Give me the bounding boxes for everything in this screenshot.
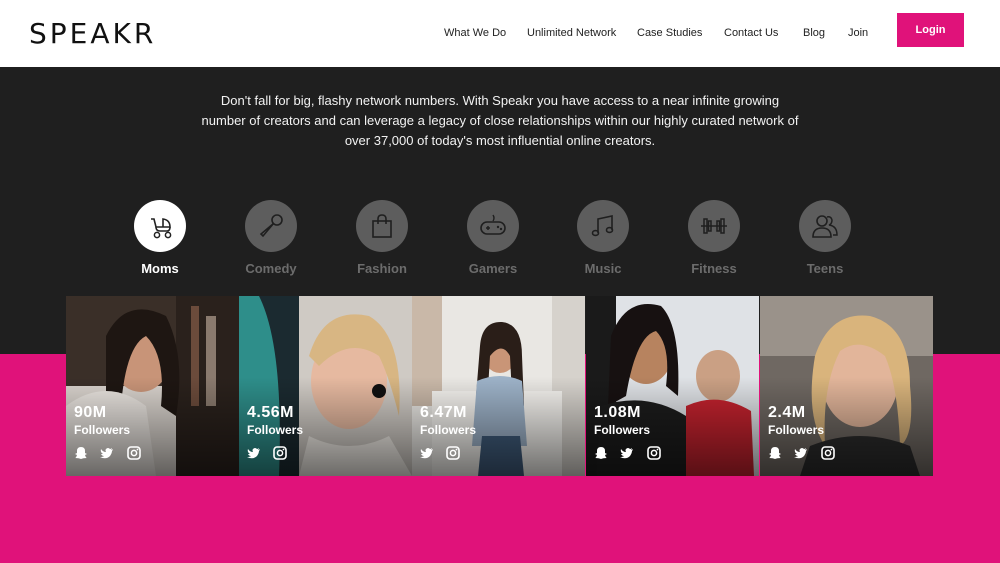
speakr-logo[interactable]: SPEAKR — [29, 17, 156, 50]
category-fashion[interactable]: Fashion — [327, 200, 437, 280]
followers-label: Followers — [768, 423, 825, 437]
nav-join[interactable]: Join — [848, 27, 868, 39]
gamepad-icon — [480, 214, 506, 235]
category-gamers[interactable]: Gamers — [438, 200, 548, 280]
nav-blog[interactable]: Blog — [803, 27, 825, 39]
stroller-icon — [151, 218, 172, 239]
category-comedy-circle — [245, 200, 297, 252]
nav-unlimited-network[interactable]: Unlimited Network — [527, 27, 616, 39]
follower-count: 6.47M — [420, 404, 467, 421]
category-label: Comedy — [245, 261, 297, 276]
twitter-icon[interactable] — [794, 446, 808, 460]
category-moms-circle — [134, 200, 186, 252]
category-moms[interactable]: Moms — [105, 200, 215, 280]
instagram-icon[interactable] — [647, 446, 661, 460]
creator-card-3[interactable]: 6.47M Followers — [412, 296, 585, 476]
followers-label: Followers — [74, 423, 131, 437]
snapchat-icon[interactable] — [594, 446, 608, 460]
creator-card-5[interactable]: 2.4M Followers — [760, 296, 933, 476]
category-teens[interactable]: Teens — [770, 200, 880, 280]
category-music-circle — [577, 200, 629, 252]
category-music[interactable]: Music — [548, 200, 658, 280]
intro-text: Don't fall for big, flashy network numbe… — [201, 93, 799, 148]
snapchat-icon[interactable] — [74, 446, 88, 460]
creator-card-4[interactable]: 1.08M Followers — [586, 296, 759, 476]
follower-count: 2.4M — [768, 404, 806, 421]
social-icons — [74, 446, 149, 460]
site-header: SPEAKR What We Do Unlimited Network Case… — [0, 0, 1000, 67]
category-label: Gamers — [468, 261, 518, 276]
category-gamers-circle — [467, 200, 519, 252]
social-icons — [420, 446, 468, 460]
category-label: Fashion — [357, 261, 407, 276]
shopping-bag-icon — [372, 214, 392, 238]
twitter-icon[interactable] — [100, 446, 114, 460]
category-label: Teens — [806, 261, 844, 276]
creator-card-2[interactable]: 4.56M Followers — [239, 296, 412, 476]
category-label: Moms — [141, 261, 179, 276]
instagram-icon[interactable] — [446, 446, 461, 460]
category-label: Music — [584, 261, 622, 276]
category-label: Fitness — [691, 261, 737, 276]
login-button[interactable]: Login — [897, 13, 964, 47]
category-fitness-circle — [688, 200, 740, 252]
snapchat-icon[interactable] — [768, 446, 782, 460]
creator-card-1[interactable]: 90M Followers — [66, 296, 239, 476]
microphone-icon — [259, 214, 283, 238]
dumbbell-icon — [701, 218, 727, 234]
category-comedy[interactable]: Comedy — [216, 200, 326, 280]
followers-label: Followers — [247, 423, 304, 437]
category-fitness[interactable]: Fitness — [659, 200, 769, 280]
instagram-icon[interactable] — [127, 446, 141, 460]
category-fashion-circle — [356, 200, 408, 252]
music-note-icon — [591, 215, 614, 237]
people-icon — [812, 215, 838, 238]
follower-count: 4.56M — [247, 404, 294, 421]
social-icons — [768, 446, 843, 460]
followers-label: Followers — [594, 423, 651, 437]
social-icons — [247, 446, 295, 460]
follower-count: 90M — [74, 404, 107, 421]
category-teens-circle — [799, 200, 851, 252]
social-icons — [594, 446, 669, 460]
nav-case-studies[interactable]: Case Studies — [637, 27, 702, 39]
nav-what-we-do[interactable]: What We Do — [444, 27, 506, 39]
twitter-icon[interactable] — [420, 446, 434, 460]
twitter-icon[interactable] — [620, 446, 634, 460]
followers-label: Followers — [420, 423, 477, 437]
nav-contact-us[interactable]: Contact Us — [724, 27, 778, 39]
instagram-icon[interactable] — [273, 446, 288, 460]
instagram-icon[interactable] — [821, 446, 835, 460]
follower-count: 1.08M — [594, 404, 641, 421]
twitter-icon[interactable] — [247, 446, 261, 460]
